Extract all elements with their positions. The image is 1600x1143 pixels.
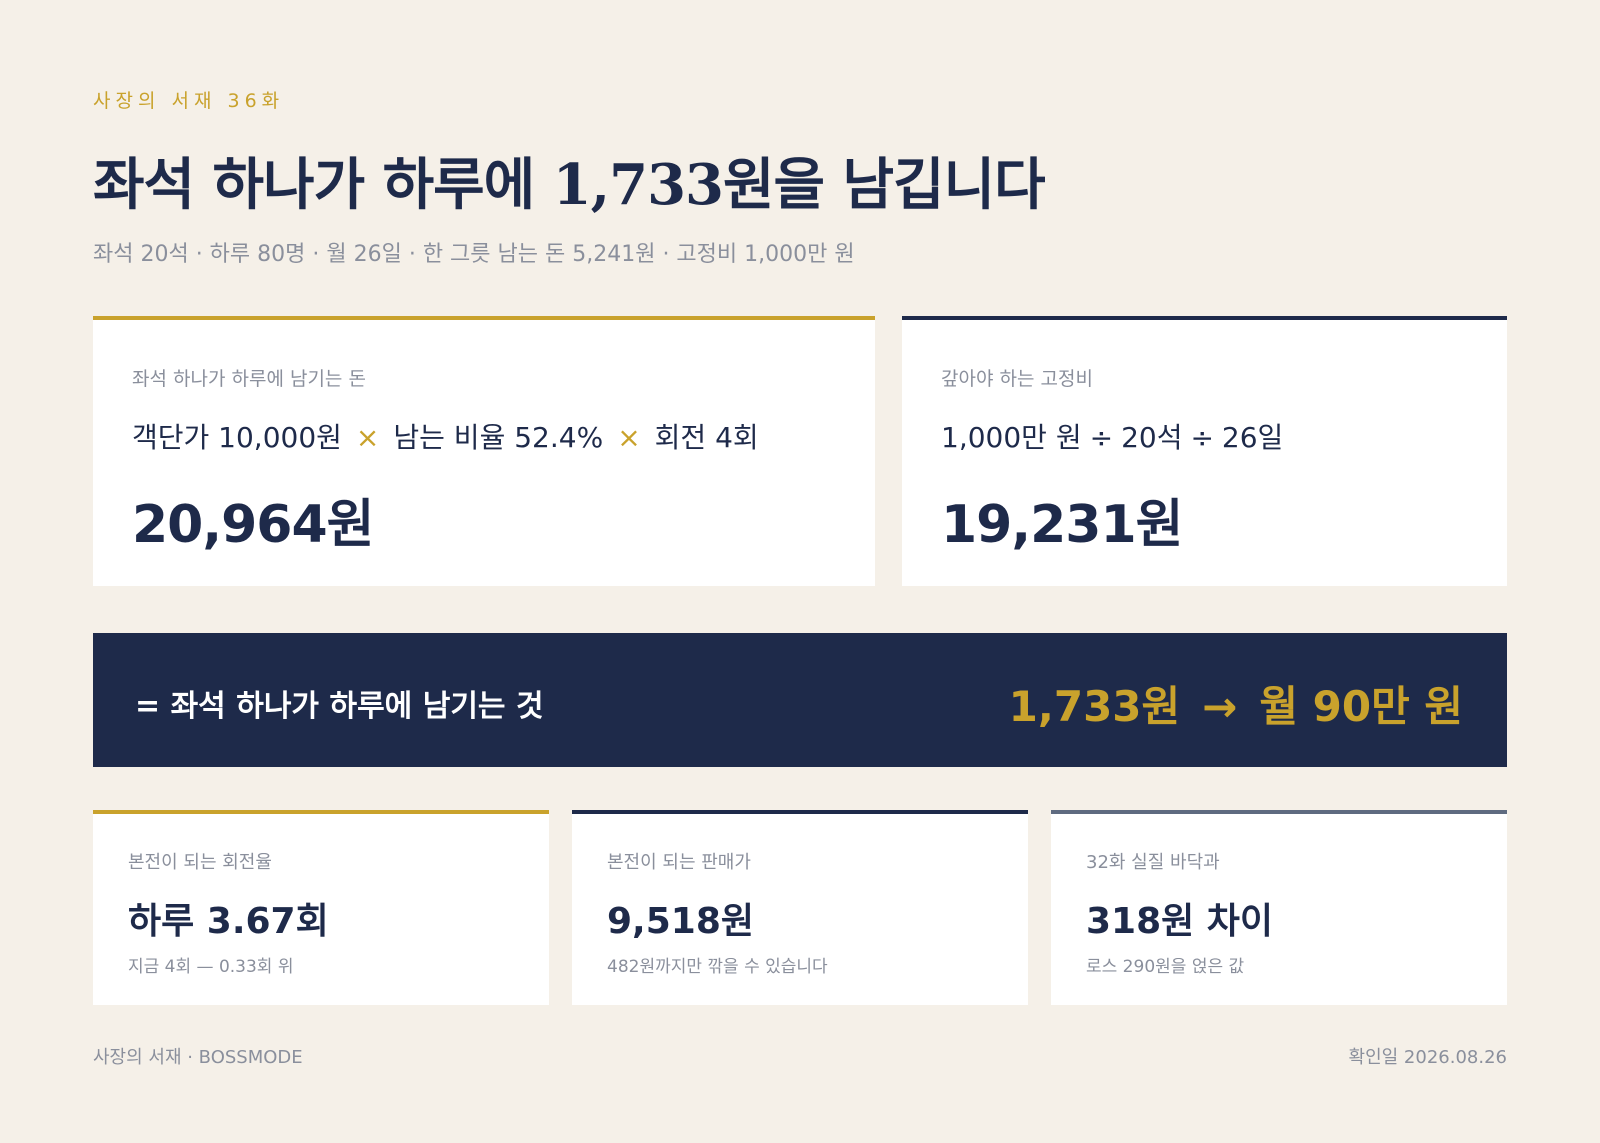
stat-card-breakeven-price: 본전이 되는 판매가 9,518원 482원까지만 깎을 수 있습니다 bbox=[572, 810, 1028, 1005]
footer-date: 확인일 2026.08.26 bbox=[1348, 1047, 1507, 1068]
formula-term-days: 26일 bbox=[1221, 421, 1284, 454]
fixed-cost-card: 갚아야 하는 고정비 1,000만 원 ÷ 20석 ÷ 26일 19,231원 bbox=[902, 316, 1507, 586]
stat-value: 9,518원 bbox=[607, 901, 754, 942]
page: 사장의 서재 36화 좌석 하나가 하루에 1,733원을 남깁니다 좌석 20… bbox=[93, 0, 1507, 1143]
stat-value: 318원 차이 bbox=[1086, 901, 1274, 942]
fixed-cost-formula: 1,000만 원 ÷ 20석 ÷ 26일 bbox=[941, 416, 1283, 456]
formula-term-margin: 남는 비율 52.4% bbox=[393, 421, 604, 454]
revenue-card-label: 좌석 하나가 하루에 남기는 돈 bbox=[132, 368, 366, 390]
divide-icon: ÷ bbox=[1190, 421, 1214, 454]
stat-note: 482원까지만 깎을 수 있습니다 bbox=[607, 957, 828, 977]
result-daily-value: 1,733원 bbox=[1008, 682, 1181, 731]
stat-label: 32화 실질 바닥과 bbox=[1086, 852, 1220, 873]
result-value: 1,733원 → 월 90만 원 bbox=[1009, 673, 1463, 734]
footer-brand: 사장의 서재 · BOSSMODE bbox=[93, 1047, 303, 1068]
formula-term-turnover: 회전 4회 bbox=[654, 421, 759, 454]
multiply-icon: × bbox=[355, 421, 380, 454]
result-label: = 좌석 하나가 하루에 남기는 것 bbox=[135, 689, 544, 724]
result-band: = 좌석 하나가 하루에 남기는 것 1,733원 → 월 90만 원 bbox=[93, 633, 1507, 767]
stat-note: 지금 4회 — 0.33회 위 bbox=[128, 957, 294, 977]
stat-label: 본전이 되는 판매가 bbox=[607, 852, 751, 873]
fixed-cost-value: 19,231원 bbox=[941, 495, 1184, 555]
result-monthly-value: 월 90만 원 bbox=[1259, 682, 1463, 731]
page-subtitle: 좌석 20석 · 하루 80명 · 월 26일 · 한 그릇 남는 돈 5,24… bbox=[93, 242, 855, 267]
fixed-cost-card-label: 갚아야 하는 고정비 bbox=[941, 368, 1093, 390]
revenue-card: 좌석 하나가 하루에 남기는 돈 객단가 10,000원 × 남는 비율 52.4%… bbox=[93, 316, 875, 586]
multiply-icon: × bbox=[617, 421, 641, 454]
formula-term-price: 객단가 10,000원 bbox=[132, 421, 342, 454]
page-title: 좌석 하나가 하루에 1,733원을 남깁니다 bbox=[93, 152, 1046, 218]
formula-term-seats: 20석 bbox=[1121, 421, 1183, 454]
stat-label: 본전이 되는 회전율 bbox=[128, 852, 272, 873]
revenue-value: 20,964원 bbox=[132, 495, 375, 555]
series-label: 사장의 서재 36화 bbox=[93, 90, 285, 112]
arrow-right-icon: → bbox=[1202, 682, 1238, 731]
stat-card-breakeven-turnover: 본전이 되는 회전율 하루 3.67회 지금 4회 — 0.33회 위 bbox=[93, 810, 549, 1005]
stat-note: 로스 290원을 얹은 값 bbox=[1086, 957, 1245, 977]
divide-icon: ÷ bbox=[1089, 421, 1114, 454]
formula-term-fixed-cost: 1,000만 원 bbox=[941, 421, 1082, 454]
stat-value: 하루 3.67회 bbox=[128, 901, 329, 942]
revenue-formula: 객단가 10,000원 × 남는 비율 52.4% × 회전 4회 bbox=[132, 416, 759, 456]
stat-card-floor-diff: 32화 실질 바닥과 318원 차이 로스 290원을 얹은 값 bbox=[1051, 810, 1507, 1005]
